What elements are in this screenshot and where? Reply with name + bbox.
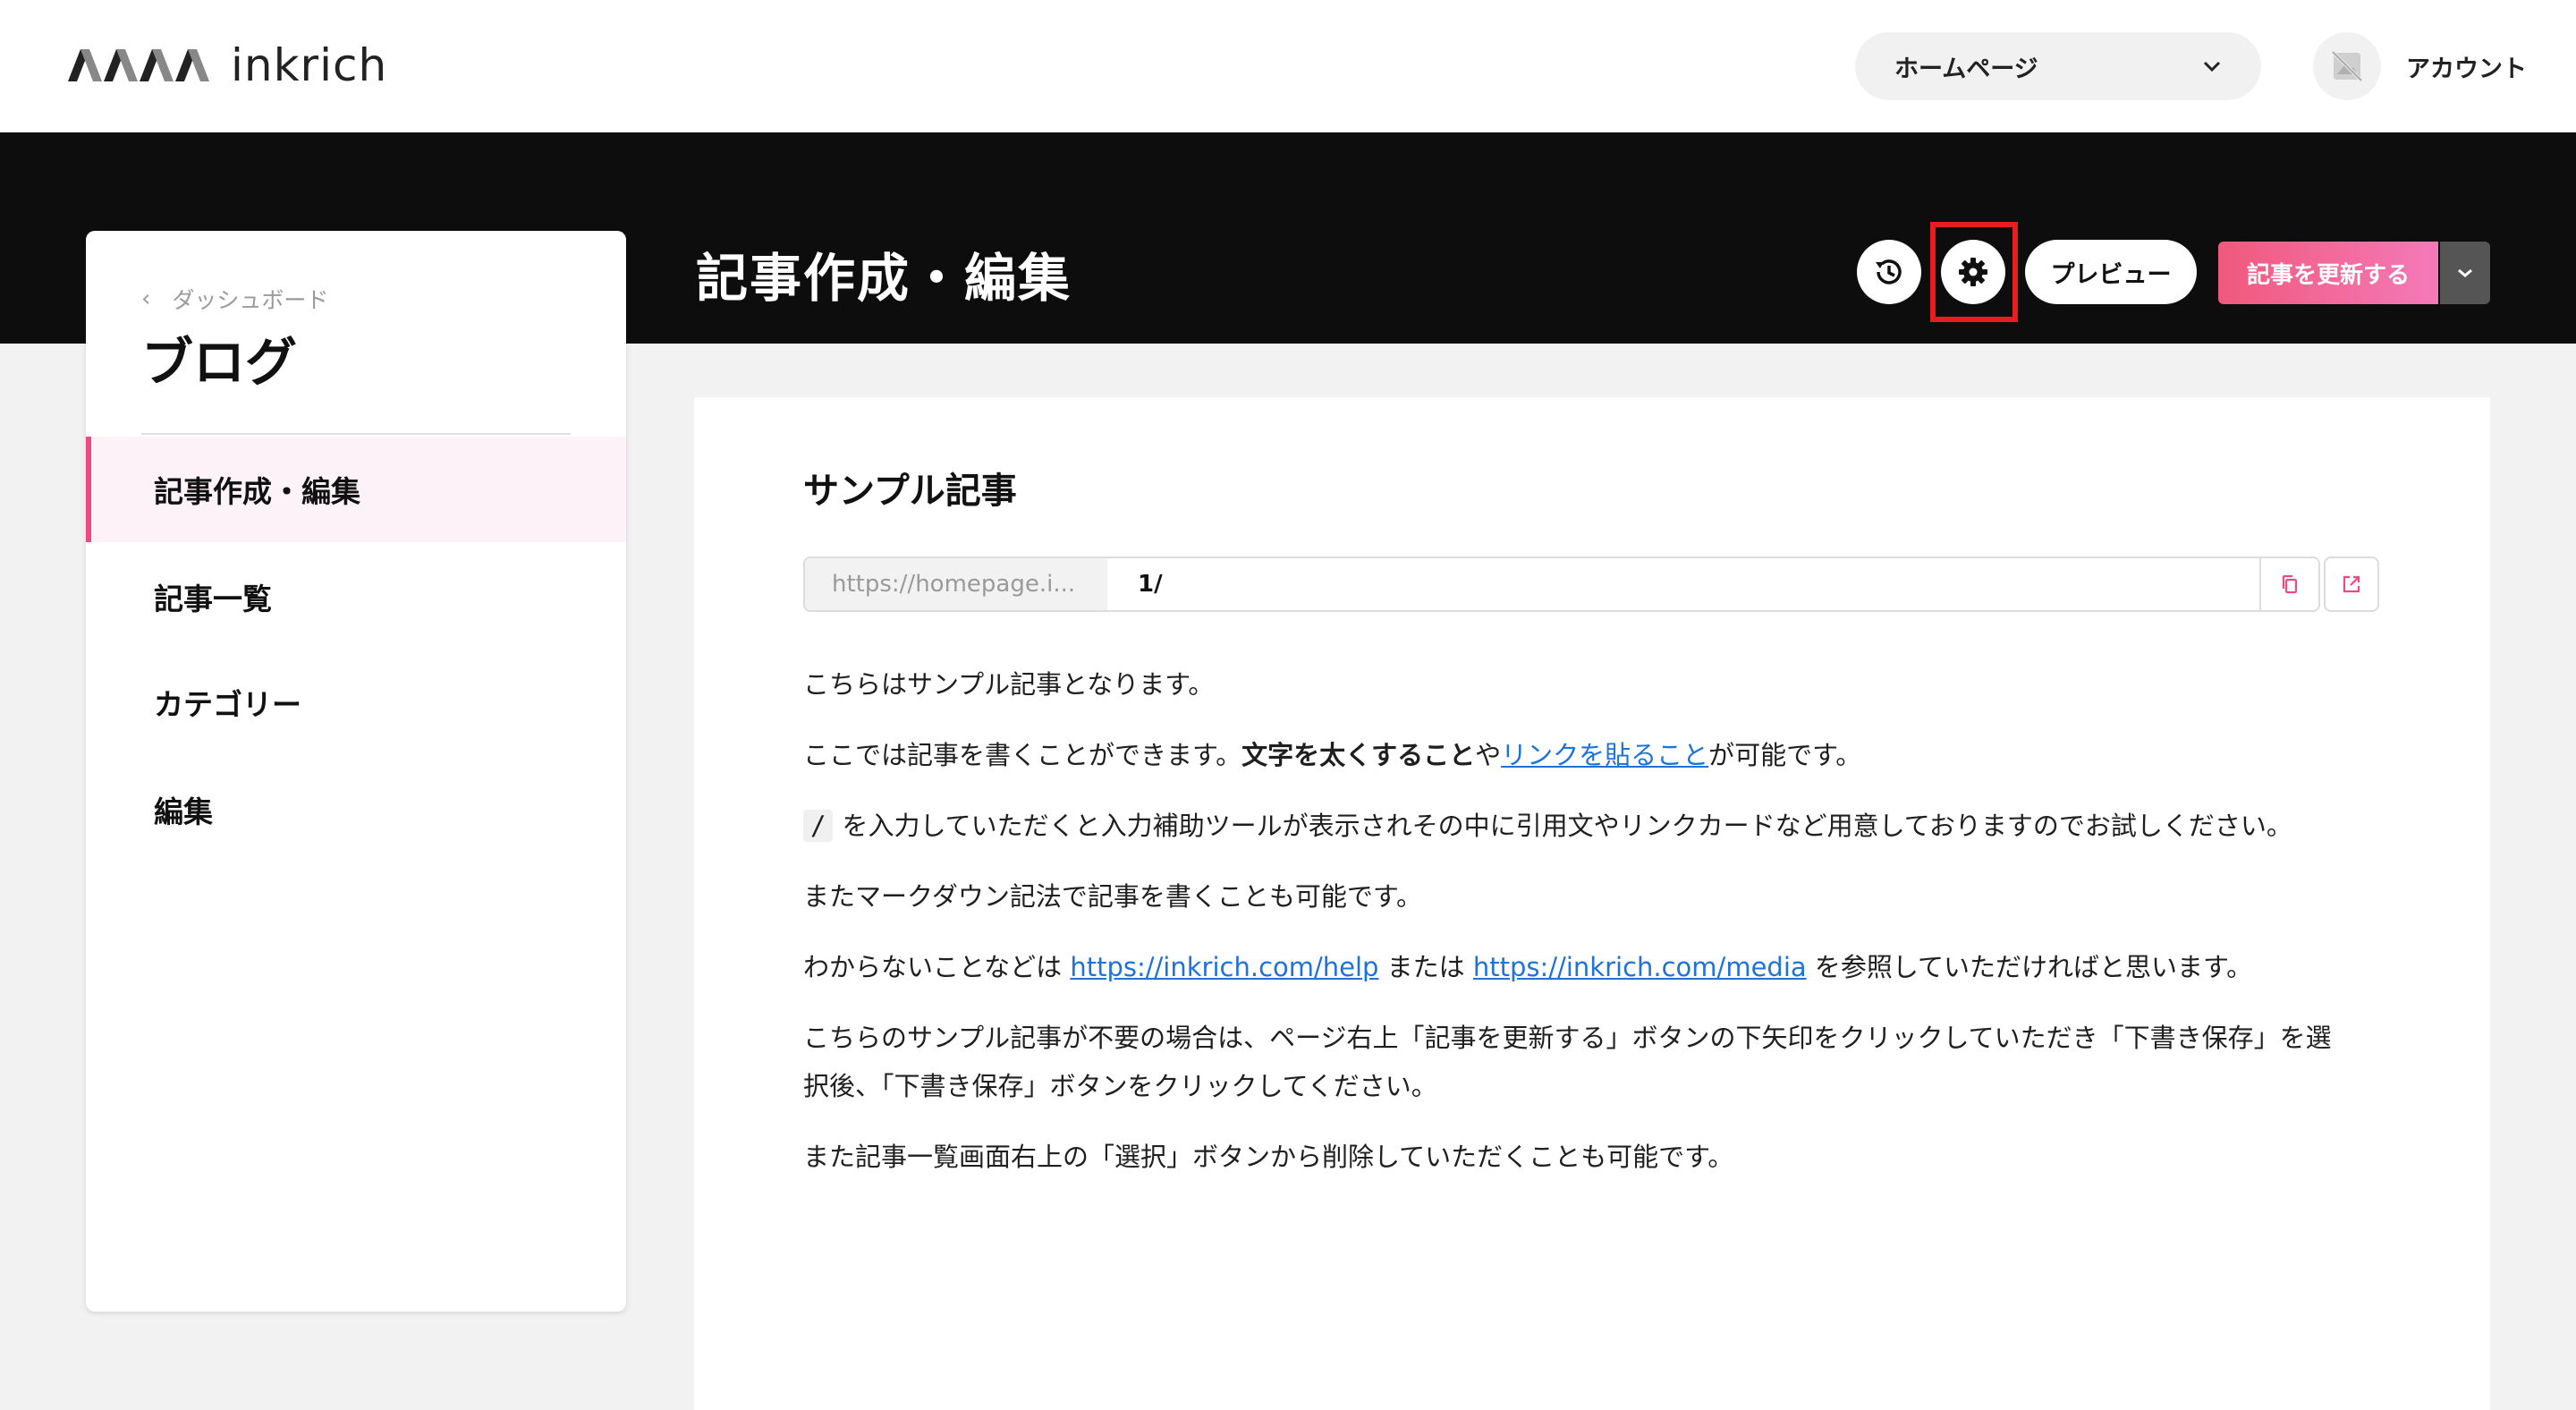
avatar[interactable] <box>2313 32 2381 100</box>
site-select-label: ホームページ <box>1894 55 2038 83</box>
p2-text: や <box>1475 740 1502 770</box>
copy-url-button[interactable] <box>2259 558 2318 610</box>
back-link-label: ダッシュボード <box>172 287 329 313</box>
chevron-left-icon: ‹ <box>141 285 151 312</box>
inkrich-logo[interactable]: inkrich <box>68 39 387 91</box>
sidebar-item-article-list[interactable]: 記事一覧 <box>86 544 626 650</box>
chevron-down-icon <box>2203 61 2221 72</box>
update-dropdown-button[interactable] <box>2440 242 2490 304</box>
media-link[interactable]: https://inkrich.com/media <box>1473 952 1807 982</box>
article-title[interactable]: サンプル記事 <box>803 462 1017 514</box>
editor-card: サンプル記事 https://homepage.i... 1/ こちらはサンプル… <box>694 397 2490 1410</box>
preview-button[interactable]: プレビュー <box>2025 240 2197 304</box>
settings-highlight-box <box>1930 222 2018 322</box>
paragraph-6: こちらのサンプル記事が不要の場合は、ページ右上「記事を更新する」ボタンの下矢印を… <box>803 1023 2332 1101</box>
sidebar-title: ブログ <box>141 332 298 393</box>
paragraph-7: また記事一覧画面右上の「選択」ボタンから削除していただくことも可能です。 <box>803 1142 1734 1172</box>
url-field: https://homepage.i... 1/ <box>803 556 2320 612</box>
update-article-button[interactable]: 記事を更新する <box>2218 242 2438 304</box>
inline-code: / <box>803 810 834 842</box>
p2-text: ここでは記事を書くことができます。 <box>803 740 1242 770</box>
paragraph-4: またマークダウン記法で記事を書くことも可能です。 <box>803 881 1422 912</box>
sidebar-item-create-edit[interactable]: 記事作成・編集 <box>86 437 626 542</box>
sidebar-item-label: 記事作成・編集 <box>154 474 360 509</box>
paragraph-1: こちらはサンプル記事となります。 <box>803 669 1215 700</box>
account-menu[interactable]: アカウント <box>2313 32 2527 100</box>
paragraph-2: ここでは記事を書くことができます。文字を太くすることやリンクを貼ることが可能です… <box>803 731 2342 779</box>
page-title: 記事作成・編集 <box>696 248 1072 309</box>
open-url-button[interactable] <box>2324 556 2379 612</box>
logo-text: inkrich <box>231 39 388 91</box>
sidebar-item-label: カテゴリー <box>154 687 301 722</box>
external-link-icon <box>2343 575 2360 593</box>
history-icon <box>1876 259 1902 285</box>
inline-link[interactable]: リンクを貼ること <box>1501 740 1708 770</box>
sidebar-item-category[interactable]: カテゴリー <box>86 650 626 755</box>
back-to-dashboard-link[interactable]: ‹ ダッシュボード <box>141 283 328 315</box>
bold-text: 文字を太くすること <box>1241 740 1476 770</box>
logo-mark-icon <box>68 49 209 81</box>
site-select[interactable]: ホームページ <box>1855 32 2261 100</box>
p5-text: わからないことなどは <box>803 952 1071 982</box>
sidebar-item-label: 編集 <box>154 794 213 829</box>
sidebar-item-label: 記事一覧 <box>154 582 272 616</box>
p2-text: が可能です。 <box>1708 740 1862 770</box>
no-image-icon <box>2331 50 2363 82</box>
paragraph-5: わからないことなどは https://inkrich.com/help または … <box>803 943 2342 991</box>
article-body[interactable]: こちらはサンプル記事となります。 ここでは記事を書くことができます。文字を太くす… <box>803 660 2342 1203</box>
sidebar-item-edit[interactable]: 編集 <box>86 757 626 862</box>
help-link[interactable]: https://inkrich.com/help <box>1070 952 1378 982</box>
sidebar: ‹ ダッシュボード ブログ 記事作成・編集 記事一覧 カテゴリー 編集 <box>86 231 626 1312</box>
url-prefix: https://homepage.i... <box>805 558 1107 610</box>
top-bar: inkrich ホームページ アカウント <box>0 0 2576 132</box>
p5-text: を参照していただければと思います。 <box>1806 952 2253 982</box>
copy-icon <box>2282 574 2298 594</box>
sidebar-divider <box>141 433 571 435</box>
chevron-down-icon <box>2458 268 2472 277</box>
paragraph-3: / を入力していただくと入力補助ツールが表示されその中に引用文やリンクカードなど用… <box>803 802 2342 850</box>
url-slug-input[interactable]: 1/ <box>1107 558 2259 610</box>
history-button[interactable] <box>1857 240 1921 304</box>
p3-text: を入力していただくと入力補助ツールが表示されその中に引用文やリンクカードなど用意… <box>842 811 2292 841</box>
account-label: アカウント <box>2406 55 2527 83</box>
p5-text: または <box>1378 952 1473 982</box>
